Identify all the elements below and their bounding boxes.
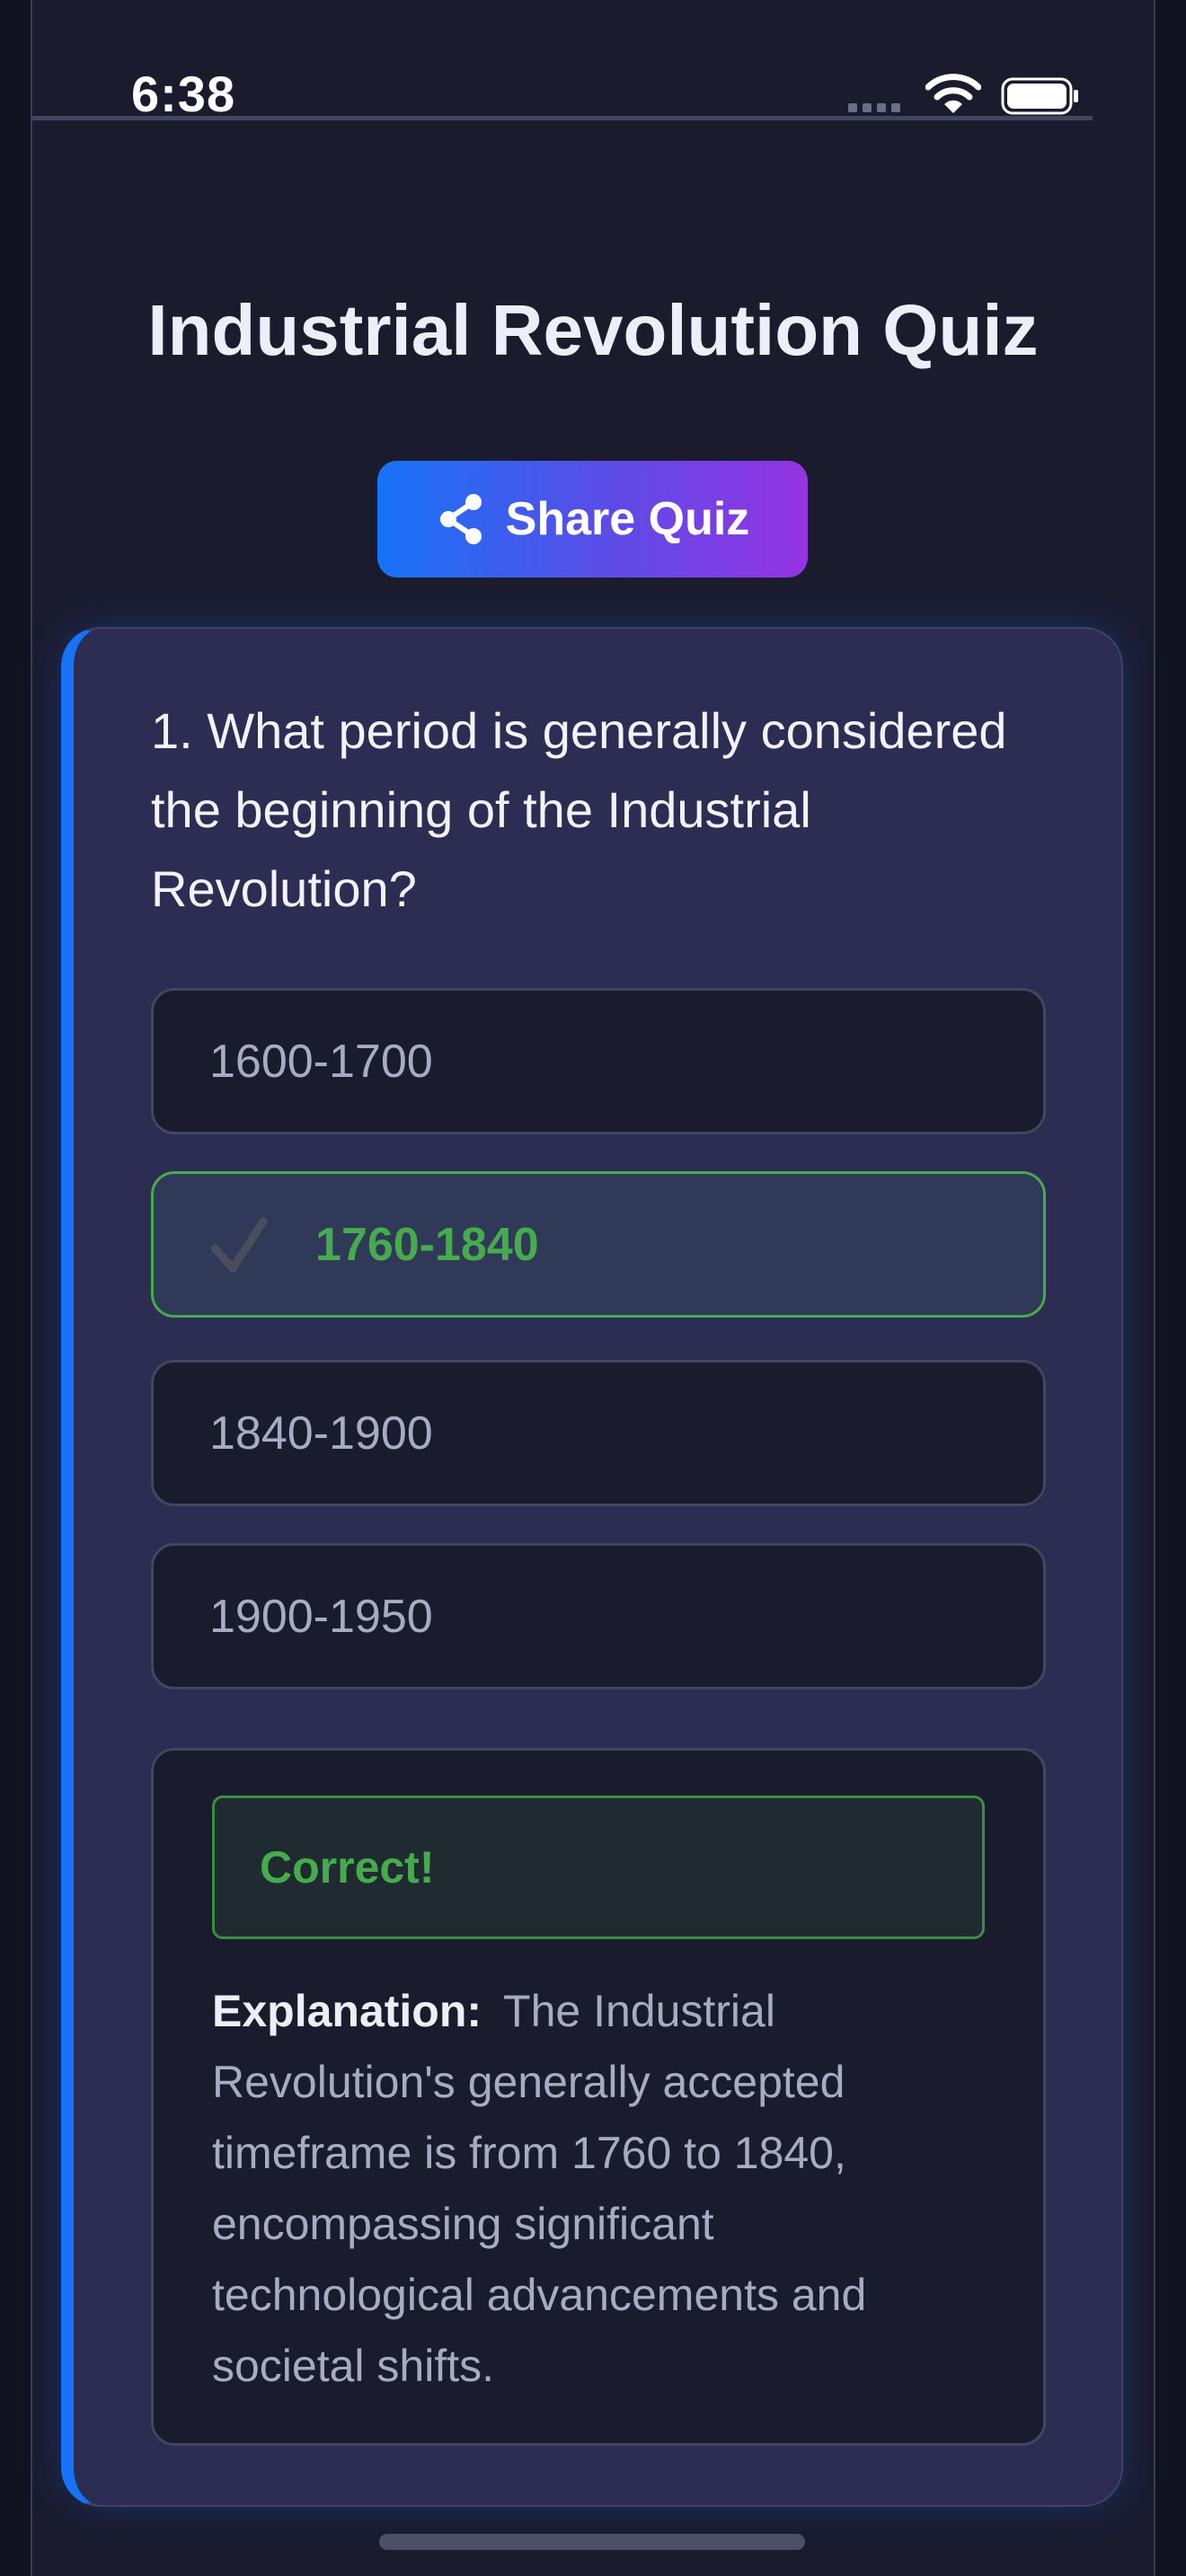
result-status-text: Correct! xyxy=(260,1842,435,1892)
wifi-icon xyxy=(925,74,981,113)
share-icon xyxy=(439,494,482,544)
share-quiz-label: Share Quiz xyxy=(505,493,750,545)
explanation-text: The Industrial Revolution's generally ac… xyxy=(212,1986,867,2391)
question-text: 1. What period is generally considered t… xyxy=(151,702,1007,917)
signal-dots-icon xyxy=(848,103,900,112)
answer-option-label: 1760-1840 xyxy=(315,1218,539,1271)
answer-option-label: 1840-1900 xyxy=(209,1407,433,1460)
home-indicator[interactable] xyxy=(379,2534,805,2550)
answer-option-1[interactable]: 1600-1700 xyxy=(151,988,1046,1134)
page-title: Industrial Revolution Quiz xyxy=(147,290,1039,370)
answer-option-label: 1600-1700 xyxy=(209,1035,433,1088)
checkmark-icon xyxy=(211,1217,268,1272)
answer-option-3[interactable]: 1840-1900 xyxy=(151,1360,1046,1506)
status-time: 6:38 xyxy=(131,66,236,122)
share-quiz-button[interactable]: Share Quiz xyxy=(377,461,808,578)
answer-option-4[interactable]: 1900-1950 xyxy=(151,1543,1046,1689)
result-status-badge: Correct! xyxy=(212,1795,985,1939)
battery-icon xyxy=(1001,77,1078,115)
answer-option-label: 1900-1950 xyxy=(209,1590,433,1643)
explanation-label: Explanation: xyxy=(212,1986,482,2036)
explanation: Explanation: The Industrial Revolution's … xyxy=(212,1976,985,2402)
answer-option-2-correct[interactable]: 1760-1840 xyxy=(151,1171,1046,1318)
